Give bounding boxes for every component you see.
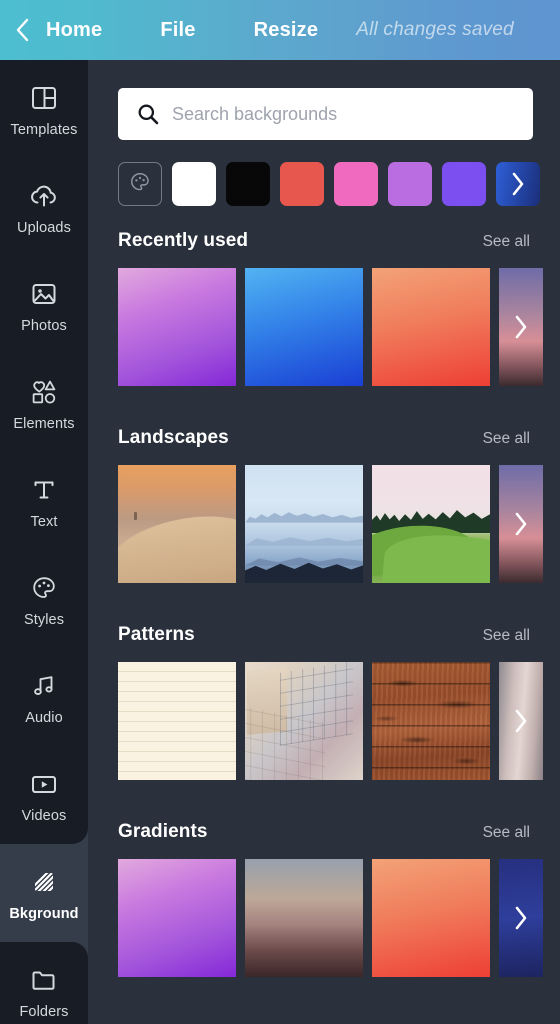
music-note-icon (30, 668, 58, 704)
thumbnail-row (118, 268, 560, 386)
see-all-link[interactable]: See all (483, 824, 530, 842)
section-title: Patterns (118, 624, 195, 645)
sidebar-item-label: Templates (10, 122, 78, 138)
backgrounds-panel: Recently used See all Landscapes (88, 60, 560, 1024)
sidebar-item-label: Elements (13, 416, 75, 432)
row-next-chevron-right-icon[interactable] (499, 465, 543, 583)
back-button[interactable] (0, 18, 44, 42)
ridge-layer (245, 557, 363, 566)
section-header: Landscapes See all (118, 427, 530, 451)
search-bar[interactable] (118, 88, 533, 140)
background-thumbnail-pink-purple-gradient[interactable] (118, 268, 236, 386)
left-sidebar: Templates Uploads Photos Elements Text S… (0, 60, 88, 1024)
search-icon (136, 102, 160, 126)
color-swatch-row (118, 160, 560, 208)
background-thumbnail-misty-mountains-photo[interactable] (245, 465, 363, 583)
sidebar-item-label: Folders (19, 1004, 69, 1020)
palette-icon (30, 570, 58, 606)
sidebar-item-styles[interactable]: Styles (0, 550, 88, 648)
background-thumbnail-glass-architecture-photo[interactable] (245, 662, 363, 780)
swatch-blue[interactable] (496, 162, 540, 206)
section-header: Patterns See all (118, 624, 530, 648)
sidebar-item-label: Videos (21, 808, 67, 824)
sidebar-item-label: Photos (21, 318, 67, 334)
top-bar: Home File Resize All changes saved (0, 0, 560, 60)
background-thumbnail-lined-paper-pattern[interactable] (118, 662, 236, 780)
background-thumbnail-navy-gradient[interactable] (499, 859, 543, 977)
templates-icon (30, 80, 58, 116)
hatch-pattern-icon (29, 864, 59, 900)
home-button[interactable]: Home (46, 19, 102, 42)
section-gradients: Gradients See all (118, 821, 560, 977)
background-thumbnail-desert-dunes-photo[interactable] (118, 465, 236, 583)
sidebar-item-templates[interactable]: Templates (0, 60, 88, 158)
section-title: Landscapes (118, 427, 229, 448)
swatch-pink[interactable] (334, 162, 378, 206)
sidebar-item-label: Uploads (17, 220, 71, 236)
section-recently-used: Recently used See all (118, 230, 560, 386)
ridge-layer (245, 537, 363, 546)
see-all-link[interactable]: See all (483, 233, 530, 251)
background-thumbnail-green-hills-photo[interactable] (372, 465, 490, 583)
folder-icon (29, 962, 59, 998)
resize-button[interactable]: Resize (254, 19, 319, 42)
video-icon (29, 766, 59, 802)
background-thumbnail-violet-gradient[interactable] (118, 859, 236, 977)
thumbnail-row (118, 662, 560, 780)
chevron-left-icon (15, 18, 30, 42)
section-header: Gradients See all (118, 821, 530, 845)
swatch-white[interactable] (172, 162, 216, 206)
sidebar-item-bkground[interactable]: Bkground (0, 826, 88, 960)
upload-cloud-icon (29, 178, 59, 214)
photo-icon (30, 276, 58, 312)
row-next-chevron-right-icon[interactable] (499, 268, 543, 386)
sidebar-item-photos[interactable]: Photos (0, 256, 88, 354)
background-thumbnail-silver-sheen-pattern[interactable] (499, 662, 543, 780)
sidebar-item-label: Audio (25, 710, 63, 726)
swatch-coral-red[interactable] (280, 162, 324, 206)
see-all-link[interactable]: See all (483, 430, 530, 448)
sidebar-item-elements[interactable]: Elements (0, 354, 88, 452)
background-thumbnail-wood-planks-pattern[interactable] (372, 662, 490, 780)
section-landscapes: Landscapes See all (118, 427, 560, 583)
ridge-layer (245, 512, 363, 523)
sidebar-item-folders[interactable]: Folders (0, 942, 88, 1024)
swatch-black[interactable] (226, 162, 270, 206)
text-icon (30, 472, 58, 508)
thumbnail-row (118, 465, 560, 583)
section-header: Recently used See all (118, 230, 530, 254)
save-status-label: All changes saved (356, 19, 514, 40)
background-thumbnail-purple-dusk-photo[interactable] (499, 465, 543, 583)
background-thumbnail-dusk-haze-gradient[interactable] (245, 859, 363, 977)
swatch-next-chevron-right-icon[interactable] (496, 162, 540, 206)
canva-background-panel: Home File Resize All changes saved Templ… (0, 0, 560, 1024)
section-title: Gradients (118, 821, 208, 842)
thumbnail-row (118, 859, 560, 977)
background-thumbnail-peach-red-gradient-2[interactable] (372, 859, 490, 977)
background-thumbnail-mauve-sunset-gradient[interactable] (499, 268, 543, 386)
row-next-chevron-right-icon[interactable] (499, 859, 543, 977)
section-title: Recently used (118, 230, 249, 251)
color-picker-button[interactable] (118, 162, 162, 206)
section-patterns: Patterns See all (118, 624, 560, 780)
palette-icon (128, 170, 152, 199)
background-thumbnail-blue-gradient[interactable] (245, 268, 363, 386)
swatch-violet[interactable] (442, 162, 486, 206)
sidebar-item-uploads[interactable]: Uploads (0, 158, 88, 256)
shapes-icon (29, 374, 59, 410)
notch-top (0, 826, 88, 844)
sidebar-item-label: Bkground (9, 906, 79, 922)
row-next-chevron-right-icon[interactable] (499, 662, 543, 780)
background-thumbnail-peach-red-gradient[interactable] (372, 268, 490, 386)
file-menu-button[interactable]: File (160, 19, 195, 42)
see-all-link[interactable]: See all (483, 627, 530, 645)
sidebar-item-label: Text (30, 514, 58, 530)
search-input[interactable] (172, 103, 519, 125)
sidebar-item-label: Styles (23, 612, 65, 628)
sidebar-item-audio[interactable]: Audio (0, 648, 88, 746)
swatch-orchid[interactable] (388, 162, 432, 206)
sidebar-item-text[interactable]: Text (0, 452, 88, 550)
